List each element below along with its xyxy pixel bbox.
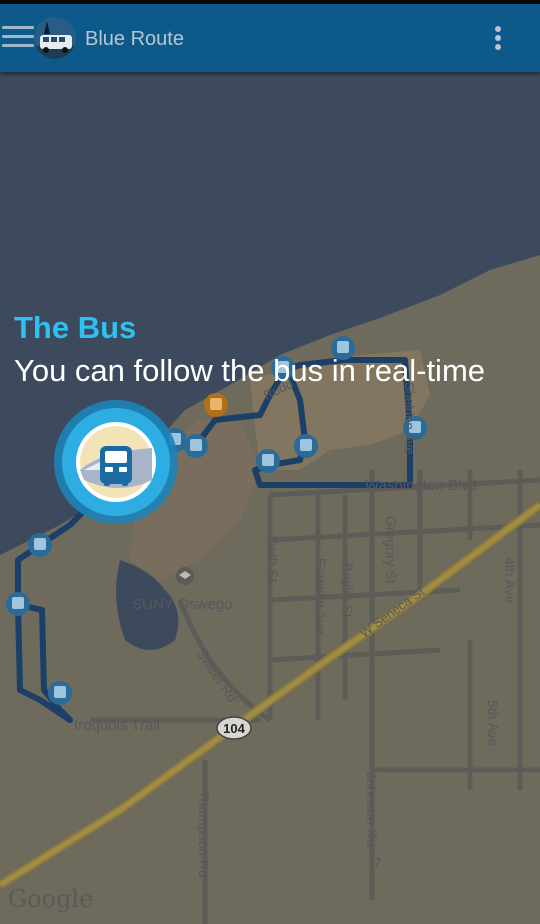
suny-oswego-label: SUNY Oswego bbox=[132, 596, 233, 613]
thompson-rd-label: Thompson Rd bbox=[196, 790, 212, 878]
swift-st-label: Swift St bbox=[265, 535, 281, 583]
iroquois-trail-label: Iroquois Trail bbox=[74, 717, 160, 734]
bus-stop-icon[interactable] bbox=[294, 434, 318, 458]
google-attribution: Google bbox=[8, 885, 93, 913]
franklin-ave-label: Franklin Ave bbox=[313, 558, 329, 635]
route-104-shield: 104 bbox=[216, 716, 252, 740]
app-toolbar: Blue Route bbox=[0, 4, 540, 72]
washington-blvd-label: Washington Blvd bbox=[365, 477, 477, 494]
baylis-st-label: Baylis St bbox=[340, 563, 356, 618]
bus-stop-orange-icon[interactable] bbox=[204, 393, 228, 417]
coach-body: You can follow the bus in real-time bbox=[14, 353, 486, 388]
page-title: Blue Route bbox=[85, 28, 184, 50]
gregory-st-label: Gregory St bbox=[383, 516, 399, 584]
5th-ave-label: 5th Ave bbox=[485, 700, 501, 747]
more-vert-icon[interactable] bbox=[486, 26, 510, 54]
bus-stop-icon[interactable] bbox=[28, 533, 52, 557]
4th-ave-label: 4th Ave bbox=[502, 557, 518, 604]
bus-stop-icon[interactable] bbox=[48, 681, 72, 705]
bus-stop-icon[interactable] bbox=[184, 434, 208, 458]
bus-logo-icon bbox=[34, 17, 76, 59]
university-marker-icon bbox=[176, 567, 194, 585]
johnson-rd-label: Johnson Rd bbox=[364, 772, 380, 847]
sheldon-ave-label: Sheldon Ave bbox=[402, 382, 417, 455]
hamburger-menu-icon[interactable] bbox=[2, 26, 34, 52]
live-bus-marker[interactable] bbox=[54, 400, 178, 524]
route-104-label: 104 bbox=[223, 721, 245, 736]
bus-stop-icon[interactable] bbox=[256, 449, 280, 473]
app-screen: Blue Route 104 Washington Blvd SUNY Oswe… bbox=[0, 0, 540, 924]
road-7-label: 7 bbox=[373, 855, 381, 872]
bus-stop-icon[interactable] bbox=[6, 592, 30, 616]
coach-title: The Bus bbox=[14, 310, 137, 345]
route-map[interactable]: 104 Washington Blvd SUNY Oswego Swift St… bbox=[0, 72, 540, 924]
